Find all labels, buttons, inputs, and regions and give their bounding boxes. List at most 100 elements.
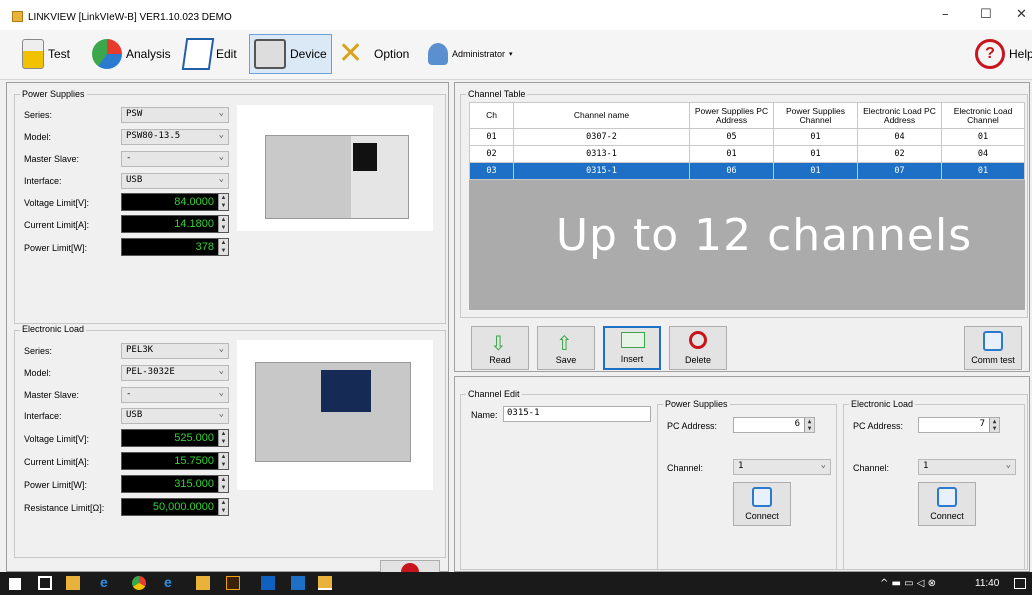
table-row[interactable]: 02 0313-1 01 01 02 04 [469, 145, 1025, 163]
ps-power-limit-input[interactable]: 378 ▲ ▼ [121, 238, 229, 256]
el-series-value: PEL3K [126, 345, 154, 355]
windows-start-icon[interactable] [9, 578, 21, 590]
outlook-icon[interactable] [261, 576, 275, 590]
option-button[interactable]: ✕ Option [338, 34, 409, 74]
el-voltage-limit-value: 525.000 [174, 432, 214, 444]
spinner-icon[interactable]: ▲ ▼ [989, 418, 999, 432]
column-header[interactable]: Electronic Load PC Address [857, 102, 942, 129]
ps-model-select[interactable]: PSW80-13.5 ⌄ [121, 129, 229, 145]
task-view-icon[interactable] [38, 576, 52, 590]
column-header[interactable]: Electronic Load Channel [941, 102, 1025, 129]
delete-button[interactable]: Delete [669, 326, 727, 370]
ps-connect-button[interactable]: Connect [733, 482, 791, 526]
spinner-icon[interactable]: ▲ ▼ [218, 499, 228, 515]
el-voltage-limit-input[interactable]: 525.000 ▲ ▼ [121, 429, 229, 447]
clock[interactable]: 11:40 [975, 578, 999, 589]
el-current-limit-input[interactable]: 15.7500 ▲ ▼ [121, 452, 229, 470]
app-icon [12, 11, 23, 22]
tools-icon: ✕ [338, 36, 364, 71]
read-label: Read [489, 355, 511, 365]
arrow-up-icon: ⇧ [556, 331, 573, 355]
minimize-button[interactable]: – [942, 7, 949, 22]
el-interface-select[interactable]: USB ⌄ [121, 408, 229, 424]
insert-button[interactable]: Insert [603, 326, 661, 370]
el-series-select[interactable]: PEL3K ⌄ [121, 343, 229, 359]
el-master-slave-label: Master Slave: [24, 390, 80, 400]
spinner-icon[interactable]: ▲ ▼ [218, 239, 228, 255]
el-resistance-limit-label: Resistance Limit[Ω]: [24, 503, 105, 513]
ie-icon[interactable]: e [164, 574, 178, 590]
edit-button[interactable]: Edit [181, 34, 237, 74]
illustrator-icon[interactable] [226, 576, 240, 590]
ps-pc-address-input[interactable]: 6 ▲ ▼ [733, 417, 815, 433]
channel-table-area: Ch Channel name Power Supplies PC Addres… [469, 102, 1025, 310]
analysis-button[interactable]: Analysis [92, 34, 171, 74]
el-master-slave-select[interactable]: - ⌄ [121, 387, 229, 403]
notification-icon[interactable] [1014, 578, 1026, 589]
comm-test-button[interactable]: Comm test [964, 326, 1022, 370]
ps-series-select[interactable]: PSW ⌄ [121, 107, 229, 123]
ps-series-label: Series: [24, 110, 53, 120]
table-header-row: Ch Channel name Power Supplies PC Addres… [469, 102, 1025, 129]
ps-model-label: Model: [24, 132, 52, 142]
spinner-icon[interactable]: ▲ ▼ [218, 453, 228, 469]
help-button[interactable]: ? Help [975, 34, 1032, 74]
cell: 01 [469, 128, 514, 146]
spinner-icon[interactable]: ▲ ▼ [218, 430, 228, 446]
save-button[interactable]: ⇧ Save [537, 326, 595, 370]
el-connect-button[interactable]: Connect [918, 482, 976, 526]
system-tray-icons[interactable]: ^ ▬ ▭ ◁ ⊗ [880, 578, 936, 589]
maximize-button[interactable]: ☐ [980, 7, 992, 22]
linkview-taskbar-icon[interactable] [318, 576, 332, 590]
name-input[interactable]: 0315-1 [503, 406, 651, 422]
spinner-icon[interactable]: ▲ ▼ [218, 194, 228, 210]
ps-voltage-limit-input[interactable]: 84.0000 ▲ ▼ [121, 193, 229, 211]
ps-current-limit-label: Current Limit[A]: [24, 220, 90, 230]
spinner-icon[interactable]: ▲ ▼ [218, 476, 228, 492]
column-header[interactable]: Ch [469, 102, 514, 129]
electronic-load-image [237, 340, 433, 490]
el-pc-address-label: PC Address: [853, 421, 904, 431]
ps-pc-address-value: 6 [794, 419, 800, 429]
ps-connect-label: Connect [745, 511, 779, 521]
el-pc-address-input[interactable]: 7 ▲ ▼ [918, 417, 1000, 433]
table-row[interactable]: 01 0307-2 05 01 04 01 [469, 128, 1025, 146]
column-header[interactable]: Power Supplies PC Address [689, 102, 774, 129]
cell: 01 [689, 145, 774, 163]
table-row-selected[interactable]: 03 0315-1 06 01 07 01 [469, 162, 1025, 180]
el-power-limit-input[interactable]: 315.000 ▲ ▼ [121, 475, 229, 493]
spinner-icon[interactable]: ▲ ▼ [218, 216, 228, 232]
test-label: Test [48, 47, 71, 61]
chevron-down-icon: ⌄ [218, 152, 224, 162]
app-icon-taskbar[interactable] [291, 576, 305, 590]
el-interface-label: Interface: [24, 411, 62, 421]
column-header[interactable]: Channel name [513, 102, 690, 129]
delete-label: Delete [684, 355, 711, 365]
chrome-icon[interactable] [132, 576, 146, 590]
battery-icon [22, 39, 44, 69]
ps-master-slave-select[interactable]: - ⌄ [121, 151, 229, 167]
column-header[interactable]: Power Supplies Channel [773, 102, 858, 129]
el-channel-select[interactable]: 1 ⌄ [918, 459, 1016, 475]
read-button[interactable]: ⇩ Read [471, 326, 529, 370]
chevron-down-icon: ⌄ [218, 174, 224, 184]
el-model-select[interactable]: PEL-3032E ⌄ [121, 365, 229, 381]
ps-current-limit-input[interactable]: 14.1800 ▲ ▼ [121, 215, 229, 233]
administrator-button[interactable]: Administrator ▾ [428, 34, 513, 74]
ps-master-slave-value: - [126, 153, 132, 163]
ps-interface-select[interactable]: USB ⌄ [121, 173, 229, 189]
store-icon[interactable] [66, 576, 80, 590]
device-button[interactable]: Device [249, 34, 332, 74]
edge-icon[interactable]: e [100, 574, 114, 590]
arrow-down-icon: ⇩ [490, 331, 507, 355]
test-button[interactable]: Test [22, 34, 70, 74]
el-resistance-limit-input[interactable]: 50,000.0000 ▲ ▼ [121, 498, 229, 516]
file-explorer-icon[interactable] [196, 576, 210, 590]
edit-electronic-load-title: Electronic Load [849, 399, 916, 409]
window-title: LINKVIEW [LinkVIeW-B] VER1.10.023 DEMO [28, 12, 232, 23]
spinner-icon[interactable]: ▲ ▼ [804, 418, 814, 432]
ps-channel-select[interactable]: 1 ⌄ [733, 459, 831, 475]
ps-model-value: PSW80-13.5 [126, 131, 181, 141]
close-button[interactable]: ✕ [1016, 7, 1027, 22]
cell: 01 [773, 162, 858, 180]
